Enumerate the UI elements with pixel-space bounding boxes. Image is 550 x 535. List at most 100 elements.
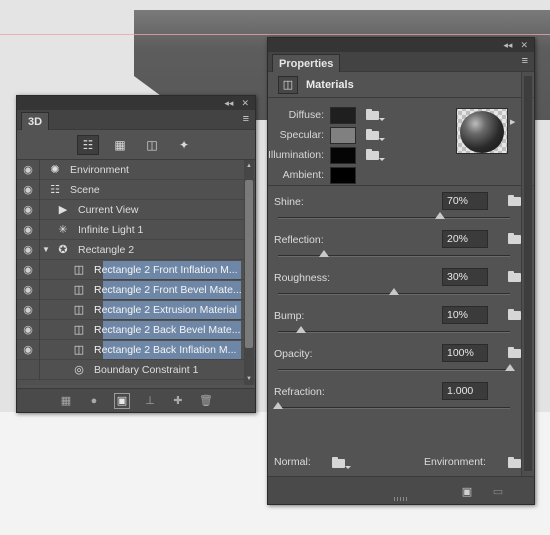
trash-icon[interactable]: ▭	[491, 485, 505, 499]
mesh-icon[interactable]: ▦	[58, 393, 74, 409]
resize-grip-icon[interactable]	[394, 497, 408, 501]
slider-value-input[interactable]: 20%	[442, 230, 488, 248]
texture-folder-icon[interactable]	[366, 129, 385, 141]
slider-value-input[interactable]: 30%	[442, 268, 488, 286]
ground-icon[interactable]: ⊥	[142, 393, 158, 409]
filter-materials-icon[interactable]: ◫	[141, 135, 163, 155]
scene-row[interactable]: ◉ ✺ Environment	[17, 160, 255, 180]
slider-row: Bump: 10%	[268, 300, 534, 338]
visibility-eye-icon[interactable]: ◉	[17, 163, 39, 176]
color-swatch[interactable]	[330, 166, 356, 184]
scene-row[interactable]: ◉ ◫ Rectangle 2 Front Inflation M...	[17, 259, 255, 280]
properties-scrollbar[interactable]	[521, 72, 533, 476]
texture-folder-icon[interactable]	[366, 109, 385, 121]
row-divider	[39, 299, 40, 320]
scene-row[interactable]: ◉ ☷ Scene	[17, 179, 255, 200]
visibility-eye-icon[interactable]: ◉	[17, 303, 39, 316]
panel-properties: ◂◂ ✕ Properties ≡ ◫ Materials ▶ Diffuse:…	[267, 37, 535, 505]
row-divider	[39, 279, 40, 300]
texture-folder-icon[interactable]	[508, 233, 527, 245]
render-icon[interactable]: ▣	[114, 392, 130, 409]
environment-folder-icon[interactable]	[508, 457, 527, 469]
scene-item-icon: ◫	[73, 324, 85, 336]
slider-thumb[interactable]	[319, 250, 330, 257]
color-swatch[interactable]	[330, 126, 356, 144]
slider-track[interactable]	[278, 331, 510, 333]
scroll-thumb[interactable]	[245, 180, 253, 348]
visibility-eye-icon[interactable]: ◉	[17, 263, 39, 276]
scroll-thumb[interactable]	[524, 76, 532, 471]
close-icon[interactable]: ✕	[241, 98, 249, 109]
add-light-icon[interactable]: ✚	[170, 393, 186, 409]
filter-scene-icon[interactable]: ☷	[77, 134, 99, 155]
material-label: Illumination:	[268, 149, 325, 161]
scene-row[interactable]: ◎ Boundary Constraint 1	[17, 359, 255, 380]
scene-item-icon: ✺	[50, 164, 60, 176]
visibility-eye-icon[interactable]: ◉	[17, 323, 39, 336]
render-icon[interactable]: ▣	[460, 485, 474, 499]
close-icon[interactable]: ✕	[520, 40, 528, 51]
slider-thumb[interactable]	[296, 326, 307, 333]
slider-thumb[interactable]	[505, 364, 515, 371]
slider-track[interactable]	[278, 407, 510, 409]
slider-track[interactable]	[278, 217, 510, 219]
slider-thumb[interactable]	[273, 402, 283, 409]
tab-properties[interactable]: Properties	[272, 54, 341, 72]
slider-value-input[interactable]: 10%	[442, 306, 488, 324]
expand-triangle-icon[interactable]: ▼	[42, 245, 54, 254]
slider-track[interactable]	[278, 369, 510, 371]
light-bulb-icon[interactable]: ●	[86, 393, 102, 409]
chevron-right-icon[interactable]: ▶	[510, 118, 516, 148]
materials-icon[interactable]: ◫	[278, 75, 298, 94]
properties-header: ◫ Materials	[268, 72, 534, 98]
panel-menu-icon[interactable]: ≡	[522, 56, 528, 67]
visibility-eye-icon[interactable]: ◉	[17, 343, 39, 356]
visibility-eye-icon[interactable]: ◉	[17, 243, 39, 256]
tab-3d[interactable]: 3D	[21, 112, 50, 130]
collapse-icon[interactable]: ◂◂	[224, 98, 233, 109]
slider-value-input[interactable]: 1.000	[442, 382, 488, 400]
visibility-eye-icon[interactable]: ◉	[17, 283, 39, 296]
texture-folder-icon[interactable]	[508, 309, 527, 321]
normal-folder-icon[interactable]	[332, 457, 351, 469]
color-swatch[interactable]	[330, 146, 356, 164]
slider-thumb[interactable]	[435, 212, 446, 219]
scene-row[interactable]: ◉ ▼ ✪ Rectangle 2	[17, 239, 255, 260]
filter-lights-icon[interactable]: ✦	[173, 135, 195, 155]
filter-meshes-icon[interactable]: ▦	[109, 135, 131, 155]
scene-row[interactable]: ◉ ✳ Infinite Light 1	[17, 219, 255, 240]
scene-row[interactable]: ◉ ▶ Current View	[17, 199, 255, 220]
panel-menu-icon[interactable]: ≡	[243, 114, 249, 125]
row-divider	[39, 179, 40, 200]
texture-folder-icon[interactable]	[508, 195, 527, 207]
material-label: Diffuse:	[288, 109, 324, 121]
color-swatch[interactable]	[330, 106, 356, 124]
scene-row[interactable]: ◉ ◫ Rectangle 2 Back Inflation M...	[17, 339, 255, 360]
scroll-up-icon[interactable]: ▲	[245, 162, 253, 170]
scene-item-label: Rectangle 2 Front Bevel Mate...	[94, 283, 242, 296]
scene-row[interactable]: ◉ ◫ Rectangle 2 Front Bevel Mate...	[17, 279, 255, 300]
row-divider	[39, 219, 40, 240]
slider-value-input[interactable]: 70%	[442, 192, 488, 210]
scene-row[interactable]: ◉ ◫ Rectangle 2 Extrusion Material	[17, 299, 255, 320]
scene-item-icon: ◫	[73, 264, 85, 276]
texture-folder-icon[interactable]	[508, 347, 527, 359]
material-swatches: ▶ Diffuse: Specular: Illumination: Ambient:	[268, 98, 534, 186]
scene-row[interactable]: ◉ ◫ Rectangle 2 Back Bevel Mate...	[17, 319, 255, 340]
trash-icon[interactable]: 🗑	[198, 393, 214, 409]
scene-item-icon: ☷	[50, 184, 60, 196]
slider-track[interactable]	[278, 255, 510, 257]
scene-item-label: Rectangle 2 Front Inflation M...	[94, 263, 238, 276]
collapse-icon[interactable]: ◂◂	[503, 40, 512, 51]
scroll-down-icon[interactable]: ▼	[245, 375, 253, 383]
scene-item-label: Environment	[70, 163, 129, 176]
visibility-eye-icon[interactable]: ◉	[17, 183, 39, 196]
visibility-eye-icon[interactable]: ◉	[17, 223, 39, 236]
slider-thumb[interactable]	[389, 288, 399, 295]
visibility-eye-icon[interactable]: ◉	[17, 203, 39, 216]
texture-folder-icon[interactable]	[366, 149, 385, 161]
scene-scrollbar[interactable]: ▲ ▼	[244, 160, 254, 385]
material-picker-preview[interactable]	[456, 108, 508, 154]
slider-value-input[interactable]: 100%	[442, 344, 488, 362]
texture-folder-icon[interactable]	[508, 271, 527, 283]
